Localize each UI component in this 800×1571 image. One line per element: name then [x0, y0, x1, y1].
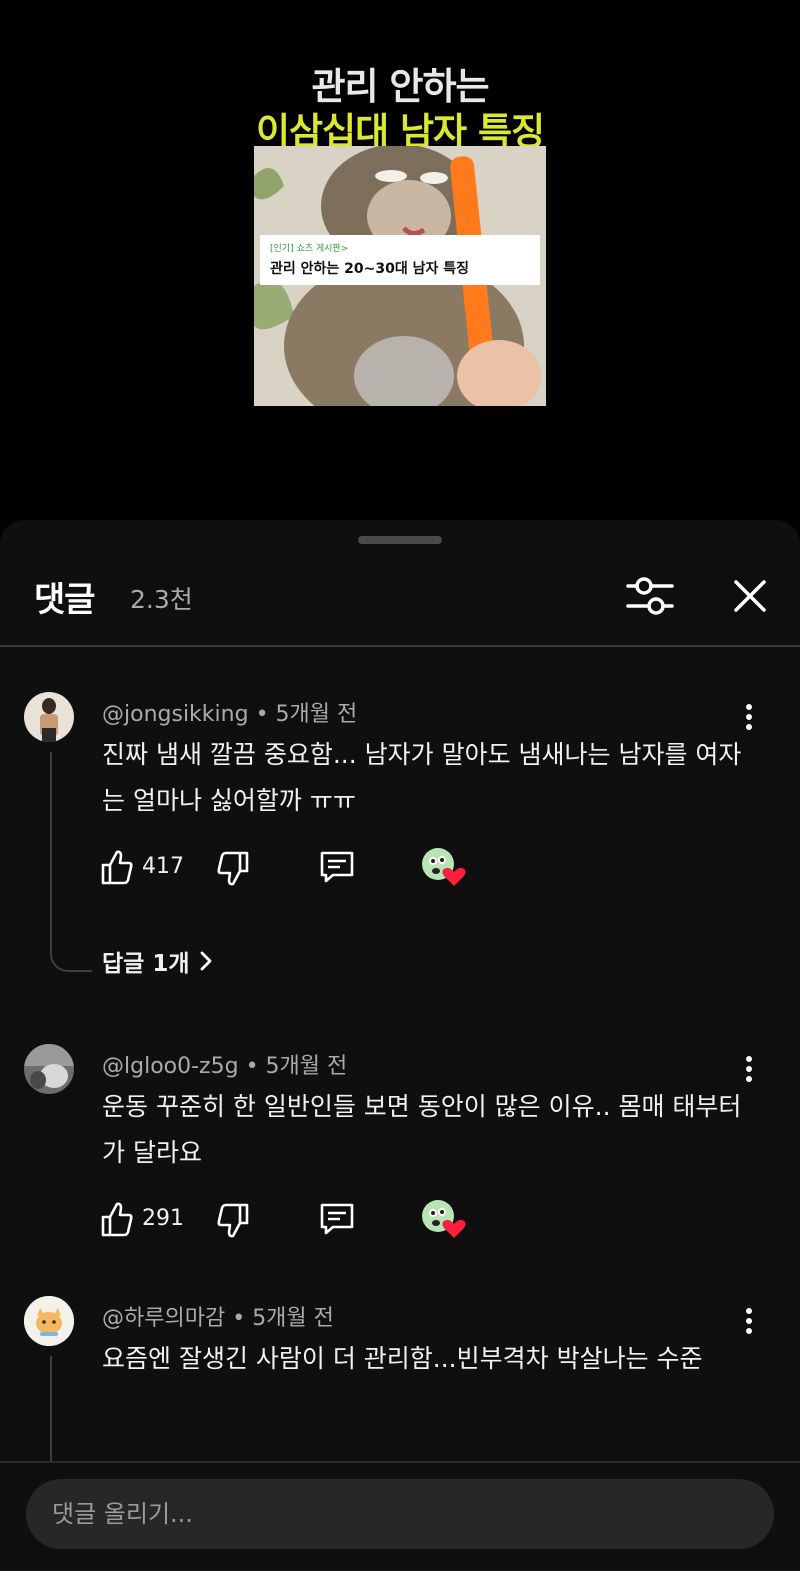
reply-comment-icon	[320, 1203, 354, 1235]
filter-sliders-icon	[626, 577, 674, 615]
avatar[interactable]	[24, 1044, 74, 1094]
comment-actions: 417	[100, 848, 500, 888]
video-player[interactable]: 관리 안하는 이삼십대 남자 특징 [인기] 쇼츠 게시판> 관리 안하는 20…	[0, 0, 800, 520]
comment-author[interactable]: @하루의마감	[102, 1306, 225, 1331]
close-icon	[734, 580, 766, 612]
more-vertical-icon	[746, 1056, 752, 1082]
video-frame-image: [인기] 쇼츠 게시판> 관리 안하는 20~30대 남자 특징	[254, 146, 546, 406]
view-replies-button[interactable]: 답글 1개	[102, 944, 214, 978]
like-button[interactable]	[100, 848, 134, 886]
comment-text: 진짜 냄새 깔끔 중요함... 남자가 말아도 냄새나는 남자를 여자는 얼마나…	[102, 740, 742, 815]
comment-time: 5개월 전	[275, 702, 358, 727]
meta-separator: •	[255, 702, 276, 727]
reply-button[interactable]	[318, 1200, 356, 1238]
more-options-button[interactable]	[738, 702, 760, 732]
header-divider	[0, 645, 800, 647]
meta-separator: •	[232, 1306, 253, 1331]
thread-curve	[50, 950, 92, 972]
meta-separator: •	[245, 1054, 266, 1079]
avatar-image	[24, 692, 74, 742]
comment-count: 2.3천	[130, 585, 193, 614]
comment-input[interactable]	[26, 1479, 774, 1549]
comment-author[interactable]: @jongsikking	[102, 702, 249, 727]
avatar-image	[24, 1296, 74, 1346]
reply-button[interactable]	[318, 848, 356, 886]
reply-comment-icon	[320, 851, 354, 883]
comment-time: 5개월 전	[252, 1306, 334, 1331]
more-options-button[interactable]	[738, 1306, 760, 1336]
sheet-title: 댓글	[34, 580, 96, 620]
thread-line	[50, 752, 52, 950]
comment-actions: 291	[100, 1200, 500, 1240]
drag-handle[interactable]	[358, 536, 442, 544]
creator-heart-icon	[422, 1200, 466, 1238]
comment-text: 요즘엔 잘생긴 사람이 더 관리함...빈부격차 박살나는 수준	[102, 1344, 703, 1373]
comment-meta: @하루의마감 • 5개월 전	[102, 1300, 334, 1332]
more-options-button[interactable]	[738, 1054, 760, 1084]
thumbnail-card: [인기] 쇼츠 게시판> 관리 안하는 20~30대 남자 특징	[260, 235, 540, 285]
thumbs-up-icon	[101, 1202, 133, 1237]
thumbs-down-icon	[217, 851, 249, 886]
creator-heart-icon	[422, 848, 466, 886]
comment-author[interactable]: @lgloo0-z5g	[102, 1054, 239, 1079]
thumbnail-tag: [인기] 쇼츠 게시판>	[270, 244, 349, 254]
more-vertical-icon	[746, 1308, 752, 1334]
thumbs-down-icon	[217, 1203, 249, 1238]
chevron-right-icon	[200, 951, 211, 971]
replies-label: 답글 1개	[102, 951, 190, 977]
comment-text: 운동 꾸준히 한 일반인들 보면 동안이 많은 이유.. 몸매 태부터가 달라요	[102, 1092, 742, 1167]
close-button[interactable]	[726, 572, 774, 620]
comment-item: @jongsikking • 5개월 전 진짜 냄새 깔끔 중요함... 남자가…	[0, 692, 800, 1012]
avatar[interactable]	[24, 692, 74, 742]
thumbs-up-icon	[101, 850, 133, 885]
filter-button[interactable]	[622, 572, 678, 620]
comment-meta: @lgloo0-z5g • 5개월 전	[102, 1048, 347, 1080]
comment-input-bar	[0, 1461, 800, 1571]
creator-heart-badge	[420, 1198, 466, 1242]
avatar[interactable]	[24, 1296, 74, 1346]
comment-time: 5개월 전	[265, 1054, 348, 1079]
comment-meta: @jongsikking • 5개월 전	[102, 696, 357, 728]
thumbnail-headline: 관리 안하는 20~30대 남자 특징	[270, 261, 469, 277]
dislike-button[interactable]	[216, 850, 250, 888]
creator-heart-badge	[420, 846, 466, 890]
more-vertical-icon	[746, 704, 752, 730]
avatar-image	[24, 1044, 74, 1094]
dislike-button[interactable]	[216, 1202, 250, 1240]
comment-item: @lgloo0-z5g • 5개월 전 운동 꾸준히 한 일반인들 보면 동안이…	[0, 1044, 800, 1244]
like-count: 291	[142, 1206, 184, 1231]
like-count: 417	[142, 854, 184, 879]
comments-sheet: 댓글 2.3천 @jongsikking • 5개월 전 진짜 냄새 깔끔 중요…	[0, 520, 800, 1571]
like-button[interactable]	[100, 1200, 134, 1238]
